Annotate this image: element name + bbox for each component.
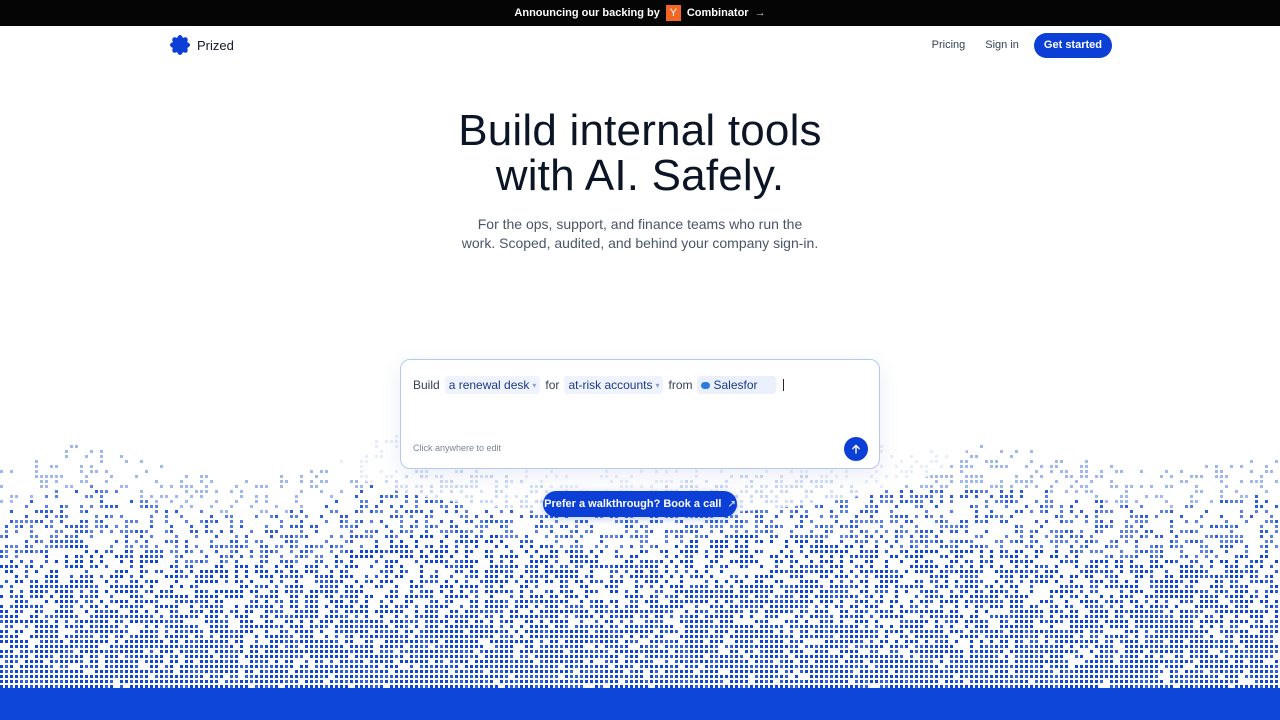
hero-subtitle-line-2: work. Scoped, audited, and behind your c… [461, 235, 819, 251]
edit-hint: Click anywhere to edit [413, 443, 502, 453]
book-call-label: Prefer a walkthrough? Book a call [544, 498, 722, 510]
external-link-icon: ↗ [727, 498, 736, 510]
chevron-down-icon: ▾ [532, 380, 537, 390]
prompt-word-build: Build [413, 378, 440, 392]
get-started-button[interactable]: Get started [1033, 32, 1112, 58]
arrow-up-icon [852, 444, 860, 454]
announcement-text: Announcing our backing by [514, 7, 660, 19]
yc-badge-icon: Y [665, 5, 681, 21]
audience-dropdown[interactable]: at-risk accounts ▾ [564, 376, 664, 394]
prompt-editor-card[interactable]: Build a renewal desk ▾ for at-risk accou… [400, 359, 880, 469]
data-source-value: Salesfor [713, 378, 758, 392]
salesforce-cloud-icon [701, 381, 711, 389]
top-nav: Prized Pricing Sign in Get started [170, 26, 1112, 64]
nav-link-pricing[interactable]: Pricing [932, 39, 966, 51]
announcement-partner: Combinator [686, 7, 749, 19]
audience-value: at-risk accounts [568, 378, 653, 392]
asterisk-logo-icon [170, 35, 190, 55]
book-call-button[interactable]: Prefer a walkthrough? Book a call ↗ [543, 491, 737, 517]
brand-logo-link[interactable]: Prized [170, 35, 234, 55]
hero-title-line-1: Build internal tools [458, 106, 822, 155]
arrow-right-icon: → [754, 7, 766, 19]
hero-subtitle-line-1: For the ops, support, and finance teams … [477, 216, 803, 232]
hero-title-line-2: with AI. Safely. [495, 151, 785, 200]
prompt-word-from: from [668, 378, 693, 392]
nav-link-sign-in[interactable]: Sign in [985, 39, 1019, 51]
tool-type-value: a renewal desk [448, 378, 530, 392]
tool-type-dropdown[interactable]: a renewal desk ▾ [444, 376, 541, 394]
announcement-bar[interactable]: Announcing our backing by Y Combinator → [0, 0, 1280, 26]
hero-subtitle: For the ops, support, and finance teams … [440, 215, 840, 253]
brand-name: Prized [197, 37, 234, 53]
prompt-word-for: for [545, 378, 560, 392]
prompt-sentence: Build a renewal desk ▾ for at-risk accou… [413, 376, 784, 394]
text-cursor [782, 379, 784, 391]
data-source-input[interactable]: Salesfor [697, 376, 776, 394]
nav-actions: Pricing Sign in Get started [932, 32, 1112, 58]
hero-title: Build internal tools with AI. Safely. [0, 108, 1280, 198]
submit-prompt-button[interactable] [844, 437, 868, 461]
chevron-down-icon: ▾ [655, 380, 660, 390]
